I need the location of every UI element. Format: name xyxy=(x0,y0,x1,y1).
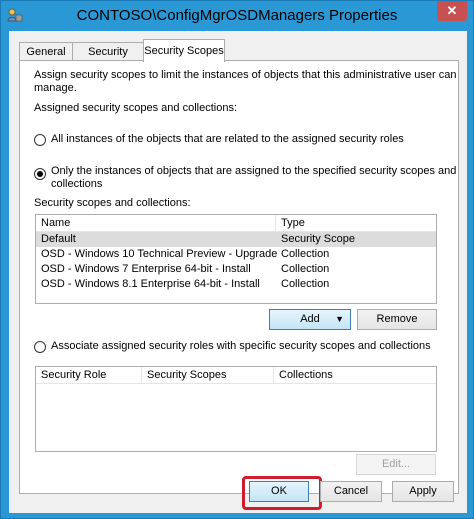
dropdown-arrow-icon: ▼ xyxy=(335,314,344,324)
column-header-name[interactable]: Name xyxy=(36,215,276,231)
table-row[interactable]: OSD - Windows 10 Technical Preview - Upg… xyxy=(36,247,436,262)
properties-dialog: CONTOSO\ConfigMgrOSDManagers Properties … xyxy=(0,0,474,519)
scopes-list-label: Security scopes and collections: xyxy=(34,197,191,209)
row-type: Collection xyxy=(281,263,330,275)
intro-text-line2: manage. xyxy=(34,82,77,94)
column-header-type[interactable]: Type xyxy=(276,215,436,231)
radio-only-instances-label-line2: collections xyxy=(51,178,103,190)
tab-security-roles[interactable]: Security Roles xyxy=(72,42,144,76)
column-header-security-scopes[interactable]: Security Scopes xyxy=(142,367,274,383)
radio-only-instances-label-line1: Only the instances of objects that are a… xyxy=(51,165,457,177)
scopes-list[interactable]: Name Type Default Security Scope OSD - W… xyxy=(35,214,437,304)
tab-general[interactable]: General xyxy=(19,42,73,61)
cancel-button[interactable]: Cancel xyxy=(320,481,382,502)
intro-text-line1: Assign security scopes to limit the inst… xyxy=(34,69,457,81)
table-row[interactable]: Default Security Scope xyxy=(36,232,436,247)
security-scopes-panel: Assign security scopes to limit the inst… xyxy=(19,60,459,494)
table-row[interactable]: OSD - Windows 7 Enterprise 64-bit - Inst… xyxy=(36,262,436,277)
assigned-heading: Assigned security scopes and collections… xyxy=(34,102,237,114)
row-name: OSD - Windows 8.1 Enterprise 64-bit - In… xyxy=(41,278,260,290)
row-name: Default xyxy=(41,233,76,245)
row-name: OSD - Windows 10 Technical Preview - Upg… xyxy=(41,248,278,260)
edit-button[interactable]: Edit... xyxy=(356,454,436,475)
window-title: CONTOSO\ConfigMgrOSDManagers Properties xyxy=(76,7,398,24)
radio-associate[interactable] xyxy=(34,341,46,353)
radio-all-instances-label: All instances of the objects that are re… xyxy=(51,133,404,145)
table-row[interactable]: OSD - Windows 8.1 Enterprise 64-bit - In… xyxy=(36,277,436,292)
radio-only-instances[interactable] xyxy=(34,168,46,180)
scopes-list-header: Name Type xyxy=(36,215,436,232)
dialog-client-area: General Security Roles Security Scopes A… xyxy=(9,31,467,513)
title-bar[interactable]: CONTOSO\ConfigMgrOSDManagers Properties … xyxy=(1,1,473,31)
remove-button[interactable]: Remove xyxy=(357,309,437,330)
column-header-collections[interactable]: Collections xyxy=(274,367,436,383)
radio-selected-dot xyxy=(37,171,43,177)
column-header-security-role[interactable]: Security Role xyxy=(36,367,142,383)
roles-list-header: Security Role Security Scopes Collection… xyxy=(36,367,436,384)
add-button-label: Add xyxy=(300,313,320,325)
roles-list[interactable]: Security Role Security Scopes Collection… xyxy=(35,366,437,452)
add-dropdown-button[interactable]: Add ▼ xyxy=(269,309,351,330)
row-type: Collection xyxy=(281,248,330,260)
row-name: OSD - Windows 7 Enterprise 64-bit - Inst… xyxy=(41,263,251,275)
radio-associate-label: Associate assigned security roles with s… xyxy=(51,340,431,352)
radio-all-instances[interactable] xyxy=(34,134,46,146)
apply-button[interactable]: Apply xyxy=(392,481,454,502)
ok-button[interactable]: OK xyxy=(249,481,309,502)
close-button[interactable]: ✕ xyxy=(437,1,467,21)
row-type: Collection xyxy=(281,278,330,290)
tab-security-scopes[interactable]: Security Scopes xyxy=(143,39,225,62)
row-type: Security Scope xyxy=(281,233,355,245)
